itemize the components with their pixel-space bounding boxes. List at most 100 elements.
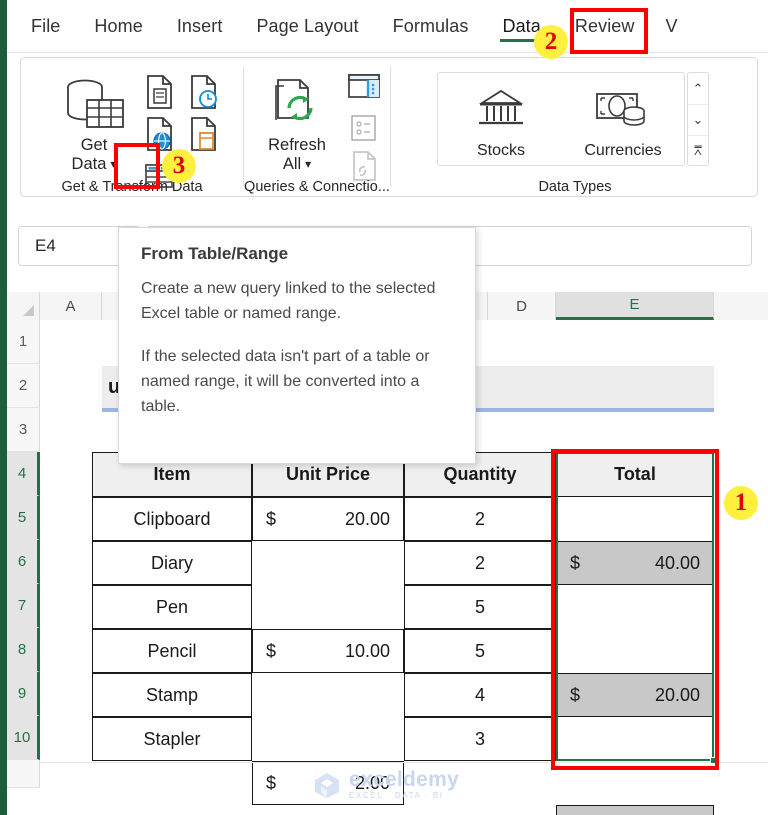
table-cell-quantity: 4 xyxy=(404,673,556,717)
row-header-10[interactable]: 10 xyxy=(7,716,40,760)
stocks-label: Stocks xyxy=(476,142,525,159)
total-value: 20.00 xyxy=(654,684,700,705)
row-header-5[interactable]: 5 xyxy=(7,496,40,540)
group-get-transform-data: Get Data ▾ Get & Transform Data xyxy=(21,58,243,196)
tooltip-paragraph-1: Create a new query linked to the selecte… xyxy=(141,280,436,322)
properties-button[interactable] xyxy=(343,108,383,148)
tab-review[interactable]: Review xyxy=(558,0,652,52)
exceldemy-watermark: exceldemy EXCEL · DATA · BI xyxy=(312,766,472,804)
get-data-label-line1: Get xyxy=(80,136,108,154)
stocks-button[interactable]: Stocks xyxy=(442,77,560,163)
column-header-f[interactable] xyxy=(714,292,768,320)
window-left-edge xyxy=(0,0,7,815)
table-cell-quantity: 5 xyxy=(404,629,556,673)
tab-insert[interactable]: Insert xyxy=(160,0,240,52)
from-database-icon xyxy=(191,117,216,151)
table-cell-quantity: 2 xyxy=(404,541,556,585)
select-all-corner[interactable] xyxy=(7,292,40,320)
from-text-csv-button[interactable] xyxy=(139,72,179,112)
watermark-text: exceldemy EXCEL · DATA · BI xyxy=(349,769,459,800)
marker-1: 1 xyxy=(724,486,758,520)
refresh-all-icon xyxy=(275,79,313,121)
from-table-range-tooltip: From Table/Range Create a new query link… xyxy=(118,227,476,464)
from-recent-sources-icon xyxy=(191,75,217,109)
queries-pane-icon xyxy=(348,74,380,98)
unit-price-value: 20.00 xyxy=(344,508,390,529)
tab-view-truncated[interactable]: V xyxy=(652,0,684,52)
column-header-d[interactable]: D xyxy=(488,292,556,320)
from-web-button[interactable] xyxy=(139,114,179,154)
queries-pane-button[interactable] xyxy=(343,68,383,108)
refresh-label-line1: Refresh xyxy=(268,136,326,154)
scroll-up-icon[interactable]: ⌃ xyxy=(688,73,708,104)
currencies-button[interactable]: Currencies xyxy=(564,77,682,163)
unit-price-value: 10.00 xyxy=(344,640,390,661)
table-row: Clipboard xyxy=(92,497,252,541)
row-header-8[interactable]: 8 xyxy=(7,628,40,672)
properties-icon xyxy=(351,115,376,141)
row-header-7[interactable]: 7 xyxy=(7,584,40,628)
table-cell-unit-price: $ 10.00 xyxy=(252,629,404,673)
gallery-expand-icon[interactable]: ⩞ xyxy=(688,135,708,166)
table-cell-unit-price: $ 20.00 xyxy=(252,497,404,541)
group-queries-connections: Refresh All ▾ Queries & Connectio... xyxy=(244,58,390,196)
exceldemy-logo-icon xyxy=(315,773,339,798)
row-header-2[interactable]: 2 xyxy=(7,364,40,408)
currencies-label: Currencies xyxy=(584,142,662,159)
table-row: Stapler xyxy=(92,717,252,761)
marker-3: 3 xyxy=(162,149,196,183)
table-cell-total: $ 10.00 xyxy=(556,805,714,815)
table-cell-quantity: 3 xyxy=(404,717,556,761)
table-header-total: Total xyxy=(556,452,714,497)
column-header-e[interactable]: E xyxy=(556,292,714,320)
group-label-data-types: Data Types xyxy=(538,179,612,195)
row-header-9[interactable]: 9 xyxy=(7,672,40,716)
table-row: Stamp xyxy=(92,673,252,717)
watermark-tagline: EXCEL · DATA · BI xyxy=(349,791,444,800)
table-row: Diary xyxy=(92,541,252,585)
row-header-3[interactable]: 3 xyxy=(7,408,40,452)
table-cell-total: $ 20.00 xyxy=(556,673,714,717)
refresh-all-label: Refresh All ▾ xyxy=(254,136,340,174)
from-text-csv-icon xyxy=(147,75,172,109)
table-cell-quantity: 2 xyxy=(404,497,556,541)
from-database-button[interactable] xyxy=(183,114,223,154)
group-label-get-transform: Get & Transform Data xyxy=(61,179,203,195)
ribbon-tabs: File Home Insert Page Layout Formulas Da… xyxy=(14,0,684,52)
row-header-1[interactable]: 1 xyxy=(7,320,40,364)
column-header-a[interactable]: A xyxy=(40,292,102,320)
from-web-icon xyxy=(147,117,172,151)
group-data-types: Stocks Currencies ⌃ ⌄ ⩞ Data Types xyxy=(391,58,759,196)
grid-bottom-line xyxy=(40,762,768,763)
tooltip-paragraph-2: If the selected data isn't part of a tab… xyxy=(141,348,430,415)
currency-symbol: $ xyxy=(266,772,277,793)
tab-formulas[interactable]: Formulas xyxy=(376,0,486,52)
chevron-down-icon: ▾ xyxy=(110,157,117,171)
from-recent-sources-button[interactable] xyxy=(183,72,223,112)
stocks-bank-icon xyxy=(478,89,524,125)
tab-page-layout[interactable]: Page Layout xyxy=(239,0,375,52)
get-data-icon xyxy=(67,79,124,128)
scroll-down-icon[interactable]: ⌄ xyxy=(688,104,708,135)
total-value: 40.00 xyxy=(654,552,700,573)
row-header-4[interactable]: 4 xyxy=(7,452,40,496)
data-types-scroll[interactable]: ⌃ ⌄ ⩞ xyxy=(687,72,709,166)
get-data-label: Get Data ▾ xyxy=(55,136,133,174)
currency-symbol: $ xyxy=(266,640,277,661)
get-data-button[interactable]: Get Data ▾ xyxy=(55,68,133,176)
refresh-all-button[interactable]: Refresh All ▾ xyxy=(254,68,340,176)
ribbon-body: Get Data ▾ Get & Transform Data Refresh … xyxy=(0,52,768,216)
tab-file[interactable]: File xyxy=(14,0,77,52)
table-row: Pencil xyxy=(92,629,252,673)
fill-handle[interactable] xyxy=(710,757,717,764)
tab-home[interactable]: Home xyxy=(77,0,159,52)
data-types-gallery: Stocks Currencies xyxy=(437,72,685,166)
row-header-11[interactable] xyxy=(7,760,40,788)
table-cell-quantity: 5 xyxy=(404,585,556,629)
table-row: Pen xyxy=(92,585,252,629)
chevron-down-icon: ▾ xyxy=(305,157,312,171)
ribbon-tab-bar: File Home Insert Page Layout Formulas Da… xyxy=(0,0,768,52)
tooltip-title: From Table/Range xyxy=(141,244,289,263)
row-header-6[interactable]: 6 xyxy=(7,540,40,584)
currencies-money-icon xyxy=(596,93,645,126)
